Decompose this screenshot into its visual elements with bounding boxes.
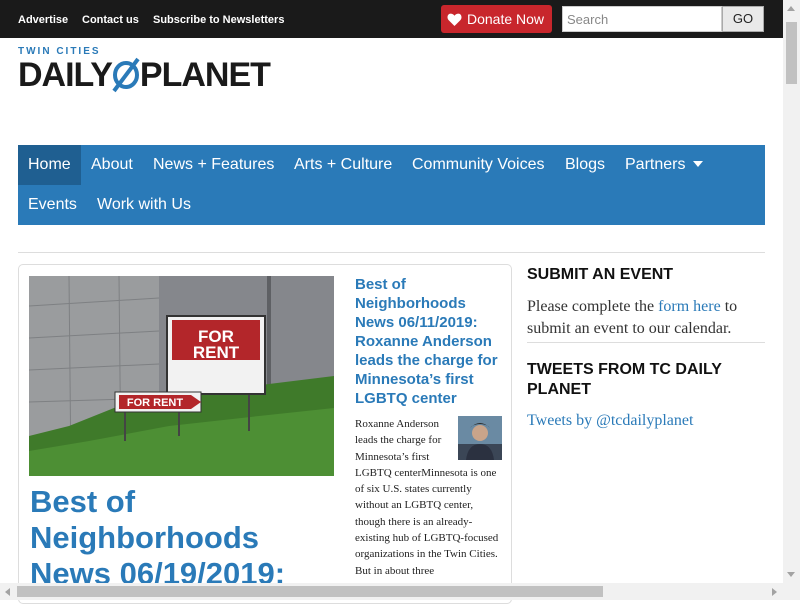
nav-item-partners[interactable]: Partners (615, 145, 713, 185)
main-navigation: Home About News + Features Arts + Cultur… (18, 145, 765, 225)
search-input[interactable] (562, 6, 722, 32)
nav-item-arts-culture[interactable]: Arts + Culture (284, 145, 402, 185)
submit-event-text: Please complete the form here to submit … (527, 296, 765, 340)
subscribe-newsletters-link[interactable]: Subscribe to Newsletters (153, 14, 284, 26)
sign-small-text: FOR RENT (127, 397, 184, 409)
submit-text-before: Please complete the (527, 298, 659, 315)
nav-item-about[interactable]: About (81, 145, 143, 185)
advertise-link[interactable]: Advertise (18, 14, 68, 26)
vertical-scrollbar[interactable] (783, 0, 800, 583)
heart-icon (447, 13, 462, 26)
vertical-scroll-thumb[interactable] (786, 22, 797, 84)
secondary-article-title[interactable]: Best of Neighborhoods News 06/11/2019: R… (355, 275, 505, 408)
scroll-left-icon[interactable] (5, 588, 10, 596)
logo-word-planet: PLANET (139, 56, 271, 94)
divider (18, 252, 765, 253)
nav-item-work-with-us[interactable]: Work with Us (87, 185, 201, 225)
donate-button[interactable]: Donate Now (441, 5, 552, 33)
site-logo[interactable]: TWIN CITIES DAILY PLANET (18, 44, 271, 96)
logo-wordmark: DAILY PLANET (18, 56, 271, 95)
scroll-up-icon[interactable] (787, 6, 795, 11)
scroll-down-icon[interactable] (787, 572, 795, 577)
nav-item-community-voices[interactable]: Community Voices (402, 145, 555, 185)
nav-item-events[interactable]: Events (18, 185, 87, 225)
secondary-article-excerpt: Roxanne Anderson leads the charge for Mi… (355, 416, 505, 583)
contact-us-link[interactable]: Contact us (82, 14, 139, 26)
scroll-right-icon[interactable] (772, 588, 777, 596)
form-here-link[interactable]: form here (658, 298, 721, 315)
submit-event-heading: SUBMIT AN EVENT (527, 266, 674, 283)
featured-article-title[interactable]: Best of Neighborhoods News 06/19/2019: (30, 484, 330, 592)
tweets-link[interactable]: Tweets by @tcdailyplanet (527, 412, 693, 430)
sidebar-divider (527, 342, 765, 343)
caret-down-icon (693, 161, 704, 167)
featured-photo-for-rent[interactable]: FOR RENT FOR RENT (29, 276, 334, 476)
go-button[interactable]: GO (722, 6, 764, 32)
tweets-heading: TWEETS FROM TC DAILY PLANET (527, 361, 722, 398)
sign-big-text-2: RENT (193, 343, 240, 362)
excerpt-float-spacer (455, 416, 505, 462)
logo-word-daily: DAILY (18, 56, 113, 94)
nav-item-partners-label: Partners (625, 156, 686, 173)
nav-item-home[interactable]: Home (18, 145, 81, 185)
horizontal-scroll-thumb[interactable] (17, 586, 603, 597)
donate-label: Donate Now (467, 11, 545, 27)
nav-item-blogs[interactable]: Blogs (555, 145, 615, 185)
nav-item-news-features[interactable]: News + Features (143, 145, 284, 185)
